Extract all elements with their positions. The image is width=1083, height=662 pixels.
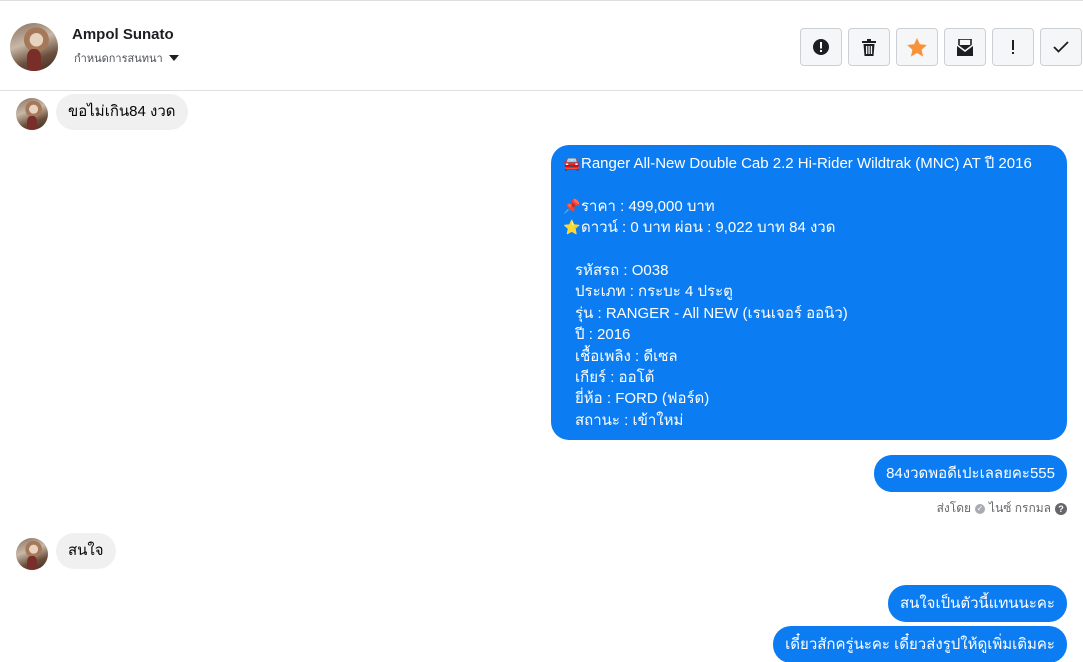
car-title: Ranger All-New Double Cab 2.2 Hi-Rider W…: [581, 155, 1032, 172]
checkmark-icon: [1053, 41, 1069, 53]
outgoing-message[interactable]: เดี๋ยวสักครู่นะคะ เดี๋ยวส่งรูปให้ดูเพิ่ม…: [773, 626, 1067, 662]
car-down-payment: ดาวน์ : 0 บาท ผ่อน : 9,022 บาท 84 งวด: [581, 219, 836, 237]
car-gear: เกียร์ : ออโต้: [575, 368, 655, 386]
report-icon: [813, 39, 829, 55]
conversation-header: Ampol Sunato กำหนดการสนทนา: [0, 0, 1083, 91]
sent-by-prefix: ส่งโดย: [936, 501, 972, 515]
car-code: รหัสรถ : O038: [575, 261, 669, 279]
done-button[interactable]: [1040, 28, 1082, 66]
contact-avatar[interactable]: [10, 23, 58, 71]
star-emoji-icon: ⭐: [563, 219, 581, 236]
outgoing-message[interactable]: สนใจเป็นตัวนี้แทนนะคะ: [887, 585, 1067, 623]
contact-avatar-small[interactable]: [16, 538, 48, 570]
delete-button[interactable]: [848, 28, 890, 66]
incoming-message[interactable]: ขอไม่เกิน84 งวด: [56, 94, 188, 130]
caret-down-icon: [168, 55, 179, 61]
car-type: ประเภท : กระบะ 4 ประตู: [575, 283, 733, 301]
contact-avatar-small[interactable]: [16, 98, 48, 130]
car-brand: ยี่ห้อ : FORD (ฟอร์ด): [575, 390, 710, 408]
mark-unread-icon: [956, 38, 974, 56]
assign-label: กำหนดการสนทนา: [74, 53, 163, 65]
outgoing-message[interactable]: 84งวดพอดีเปะเลลยคะ555: [874, 455, 1067, 493]
car-year: ปี : 2016: [575, 326, 631, 344]
star-icon: [907, 37, 927, 57]
help-icon[interactable]: ?: [1055, 502, 1067, 515]
verified-icon: ✓: [975, 503, 986, 514]
sent-by-name: ไนซ์ กรกมล: [989, 501, 1051, 515]
report-button[interactable]: [800, 28, 842, 66]
conversation-assign-dropdown[interactable]: กำหนดการสนทนา: [74, 49, 179, 67]
car-fuel: เชื้อเพลิง : ดีเซล: [575, 347, 678, 365]
car-emoji-icon: 🚘: [563, 155, 581, 171]
spam-button[interactable]: [992, 28, 1034, 66]
contact-name[interactable]: Ampol Sunato: [72, 26, 174, 43]
exclamation-icon: [1012, 40, 1014, 54]
pushpin-icon: 📌: [563, 197, 581, 214]
sent-by-info: ส่งโดย ✓ ไนซ์ กรกมล ?: [937, 499, 1067, 518]
mark-unread-button[interactable]: [944, 28, 986, 66]
incoming-message[interactable]: สนใจ: [56, 533, 116, 569]
star-button[interactable]: [896, 28, 938, 66]
car-status: สถานะ : เข้าใหม่: [575, 411, 684, 429]
car-model: รุ่น : RANGER - All NEW (เรนเจอร์ ออนิว): [575, 304, 848, 322]
trash-icon: [862, 38, 876, 56]
outgoing-message-car-details[interactable]: 🚘Ranger All-New Double Cab 2.2 Hi-Rider …: [551, 145, 1067, 440]
car-price: ราคา : 499,000 บาท: [581, 197, 715, 215]
header-actions: [800, 28, 1082, 66]
